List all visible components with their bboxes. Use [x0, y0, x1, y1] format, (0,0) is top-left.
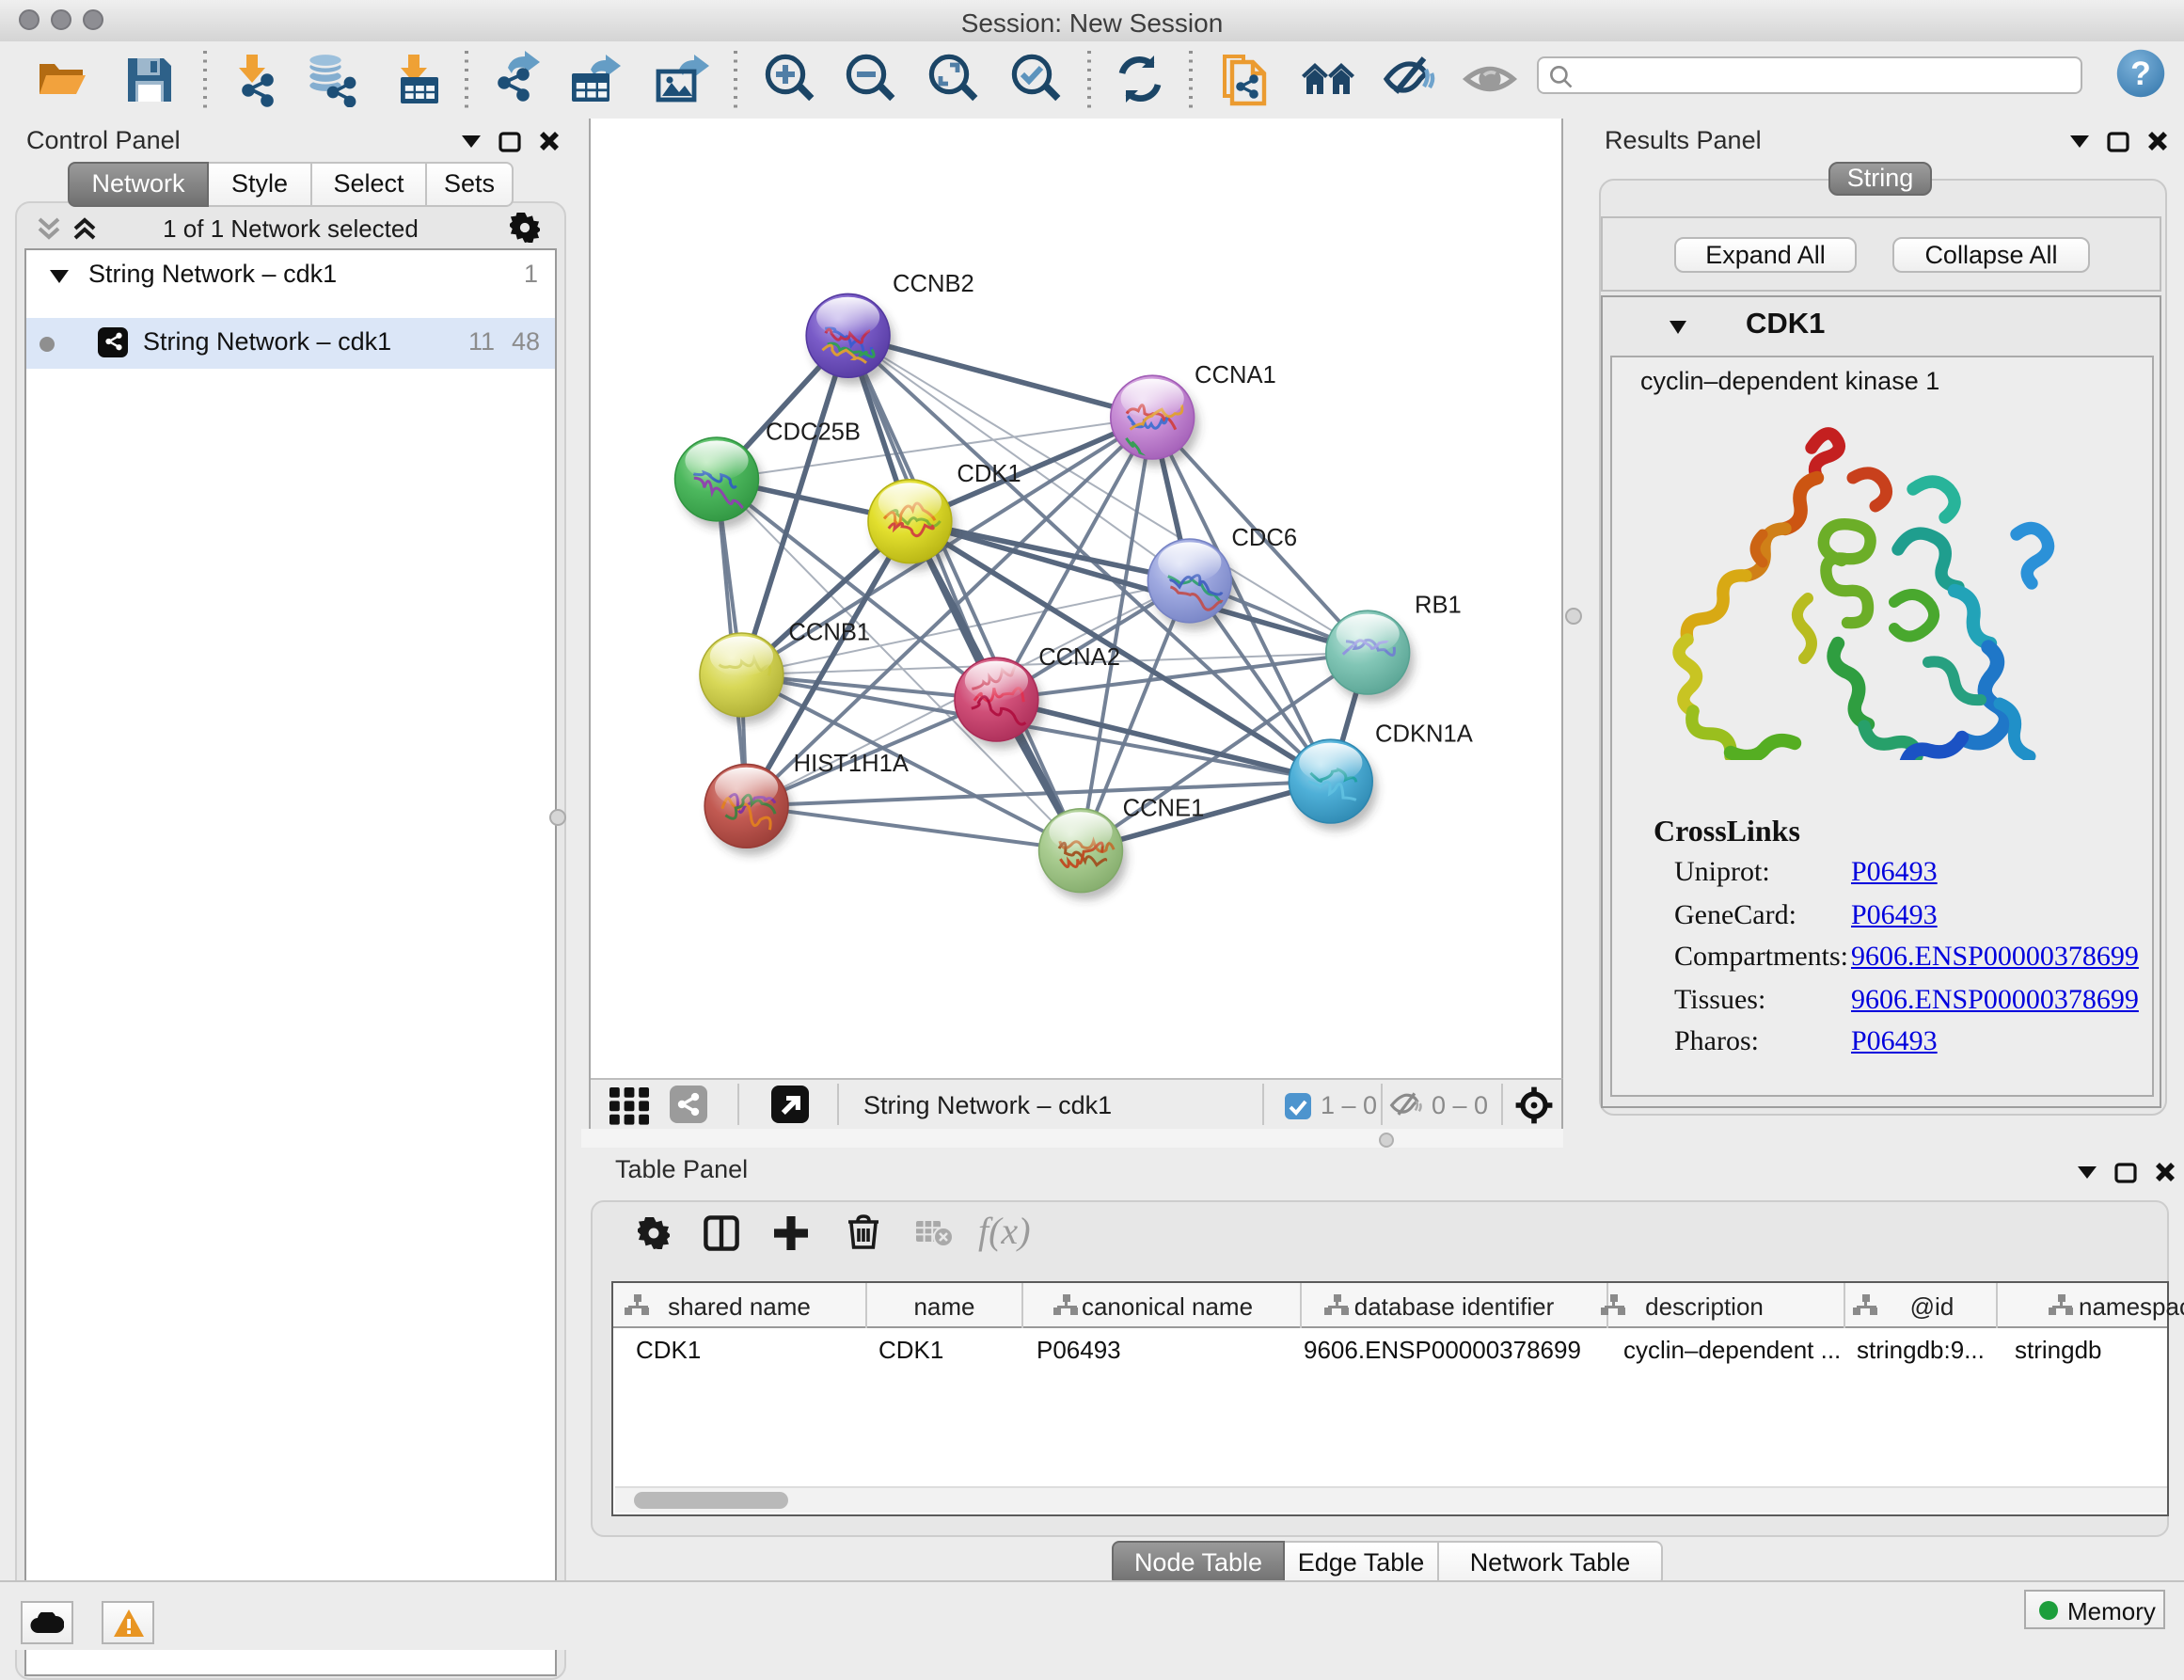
svg-text:RB1: RB1	[1415, 593, 1462, 619]
svg-text:CDKN1A: CDKN1A	[1375, 721, 1474, 747]
svg-text:CDK1: CDK1	[957, 461, 1021, 487]
svg-text:CCNA2: CCNA2	[1038, 644, 1120, 671]
svg-text:?: ?	[2130, 55, 2151, 92]
svg-text:CCNB2: CCNB2	[893, 271, 974, 297]
svg-text:CDC25B: CDC25B	[766, 419, 861, 445]
svg-text:CDC6: CDC6	[1231, 525, 1297, 551]
svg-text:CCNA1: CCNA1	[1195, 362, 1276, 388]
svg-text:CCNB1: CCNB1	[788, 619, 870, 645]
svg-text:CCNE1: CCNE1	[1123, 795, 1205, 821]
svg-text:HIST1H1A: HIST1H1A	[794, 751, 910, 777]
